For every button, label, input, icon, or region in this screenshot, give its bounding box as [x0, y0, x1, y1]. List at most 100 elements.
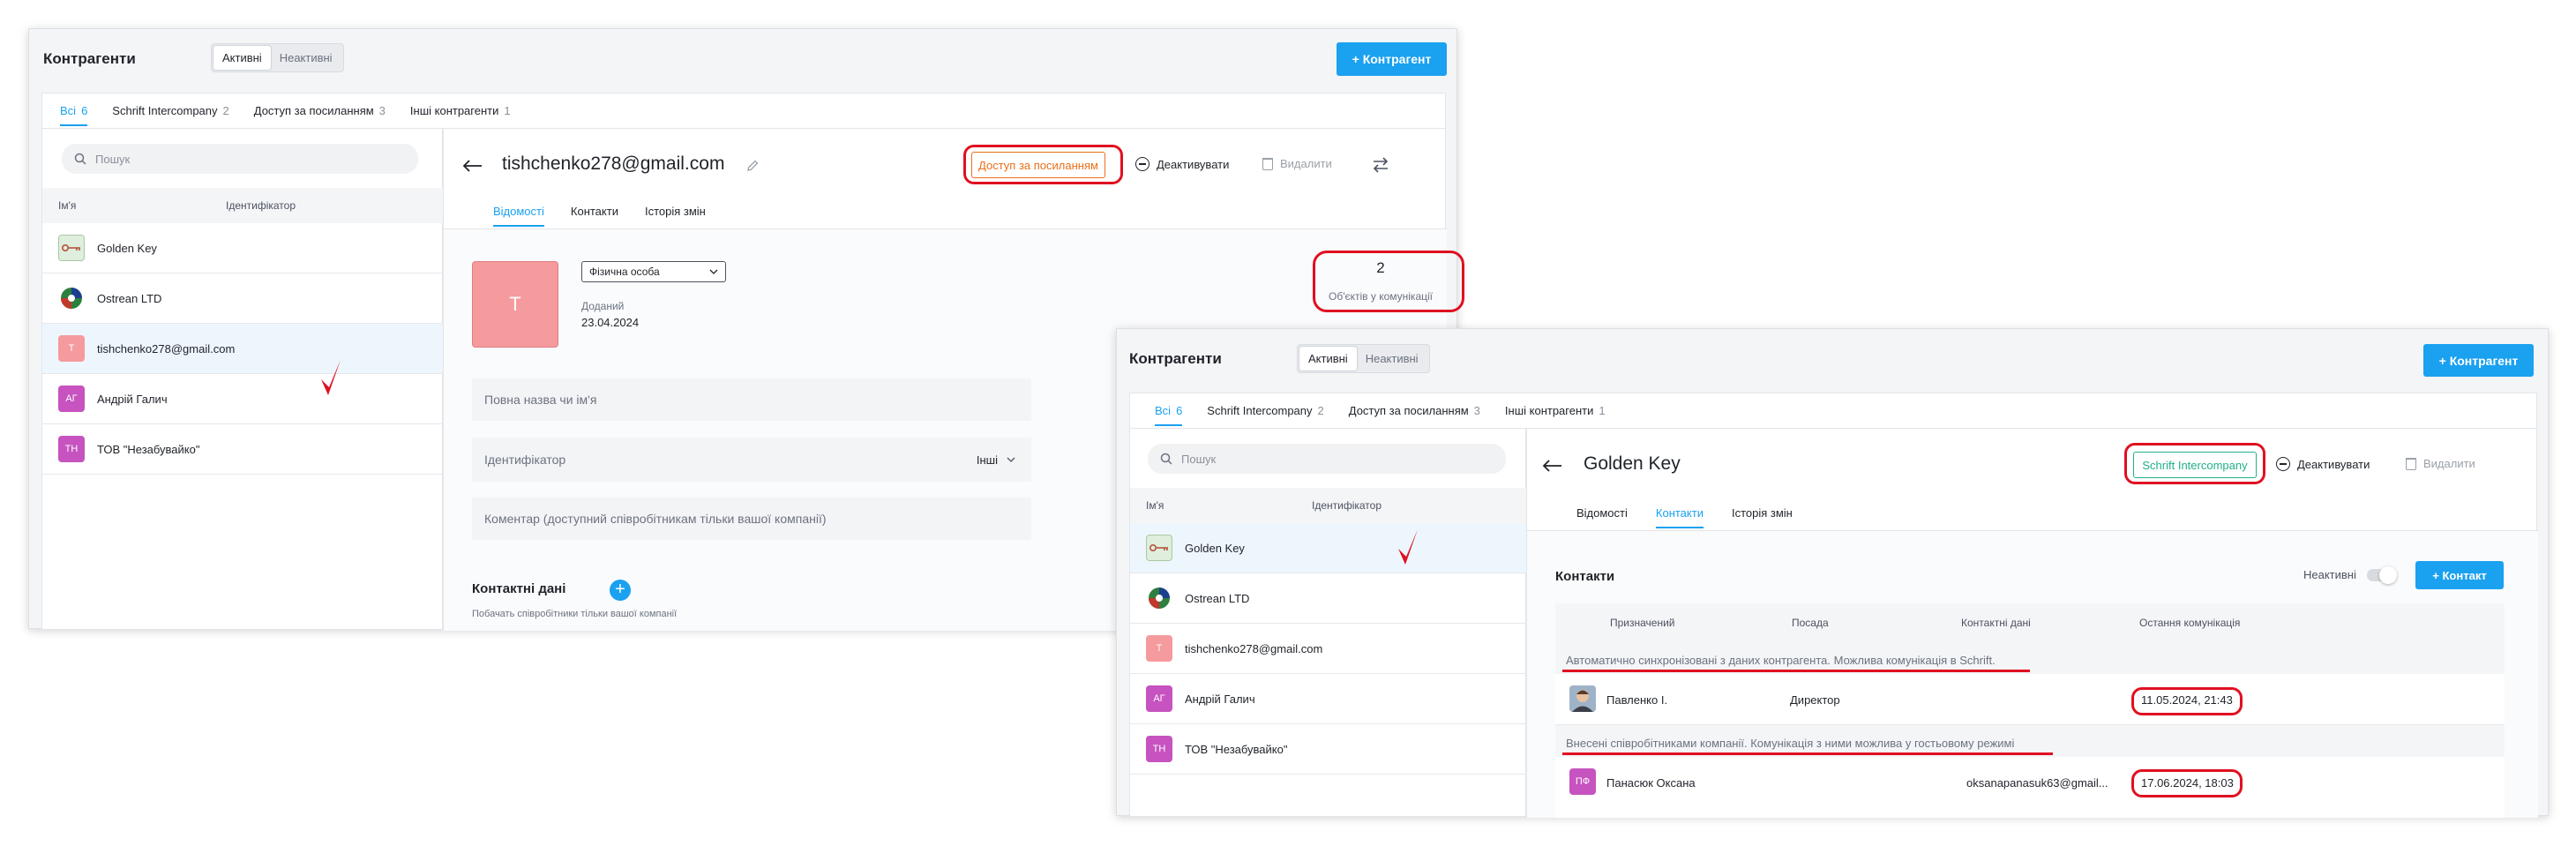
contact-position: Директор	[1790, 693, 1840, 707]
list-item[interactable]: Golden Key	[42, 223, 444, 273]
add-counterparty-label: + Контрагент	[1352, 52, 1432, 66]
tab-history[interactable]: Історія змін	[645, 205, 706, 227]
key-logo-icon	[58, 235, 85, 261]
group-manual-label: Внесені співробітниками компанії. Комуні…	[1566, 737, 2015, 750]
add-contact-data-button[interactable]: +	[610, 580, 631, 601]
avatar: ТН	[58, 436, 85, 462]
add-contact-button[interactable]: + Контакт	[2415, 561, 2504, 589]
highlight-objects	[1313, 251, 1464, 312]
counterparty-list-panel: Пошук Ім'я Ідентифікатор Golden Key Ostr…	[1129, 428, 1527, 817]
contact-data-title: Контактні дані	[472, 581, 566, 596]
tab-contacts[interactable]: Контакти	[1655, 506, 1704, 528]
deactivate-button[interactable]: Деактивувати	[2276, 457, 2370, 471]
tab-link-access[interactable]: Доступ за посиланням 3	[1349, 404, 1480, 426]
col-position[interactable]: Посада	[1792, 617, 1829, 629]
highlight-badge	[2124, 443, 2265, 484]
tab-contacts[interactable]: Контакти	[571, 205, 618, 227]
segment-active[interactable]: Активні	[1299, 347, 1357, 371]
table-row[interactable]: ПФ Панасюк Оксана oksanapanasuk63@gmail.…	[1555, 757, 2505, 808]
search-icon	[1160, 453, 1172, 465]
list-item-name: ТОВ "Незабувайко"	[1185, 742, 1288, 756]
back-arrow-icon[interactable]	[461, 159, 483, 173]
added-label: Доданий	[581, 300, 625, 312]
tab-schrift-intercompany[interactable]: Schrift Intercompany 2	[112, 104, 228, 126]
list-item[interactable]: ТН ТОВ "Незабувайко"	[1130, 724, 1527, 775]
list-item[interactable]: Ostrean LTD	[1130, 573, 1527, 624]
contact-name: Павленко І.	[1606, 693, 1668, 707]
tab-other[interactable]: Інші контрагенти 1	[410, 104, 511, 126]
tab-link-access[interactable]: Доступ за посиланням 3	[254, 104, 386, 126]
trash-icon	[2406, 457, 2416, 470]
tab-all[interactable]: Всі 6	[1155, 404, 1183, 426]
list-item[interactable]: АГ Андрій Галич	[1130, 674, 1527, 724]
list-header: Ім'я Ідентифікатор	[42, 188, 444, 223]
list-item-selected[interactable]: Golden Key	[1130, 523, 1527, 573]
list-item[interactable]: Ostrean LTD	[42, 273, 444, 324]
contacts-table-header: Призначений Посада Контактні дані Останн…	[1555, 603, 2505, 642]
table-row[interactable]: Павленко І. Директор 11.05.2024, 21:43	[1555, 674, 2505, 725]
tab-info[interactable]: Відомості	[493, 205, 544, 227]
list-item-name: ТОВ "Незабувайко"	[97, 442, 200, 456]
contacts-title: Контакти	[1555, 569, 1615, 584]
identifier-field[interactable]: Ідентифікатор Інші	[472, 438, 1031, 482]
group-synced-label: Автоматично синхронізовані з даних контр…	[1566, 654, 1996, 667]
inactive-toggle-group: Неактивні	[2303, 565, 2397, 584]
avatar: ТН	[1146, 736, 1172, 762]
col-identifier[interactable]: Ідентифікатор	[226, 199, 296, 212]
delete-button[interactable]: Видалити	[1262, 157, 1332, 170]
detail-tabs: Відомості Контакти Історія змін	[493, 205, 706, 227]
full-name-field[interactable]: Повна назва чи ім'я	[472, 378, 1031, 421]
search-placeholder: Пошук	[95, 152, 131, 166]
avatar-photo	[1569, 685, 1596, 712]
segment-inactive[interactable]: Неактивні	[1357, 347, 1427, 371]
identifier-type-select[interactable]: Інші	[977, 453, 1015, 467]
deactivate-label: Деактивувати	[1157, 157, 1230, 171]
delete-button[interactable]: Видалити	[2406, 457, 2475, 470]
list-item[interactable]: T tishchenko278@gmail.com	[1130, 624, 1527, 674]
inactive-toggle[interactable]	[2366, 565, 2397, 584]
tab-info[interactable]: Відомості	[1576, 506, 1628, 528]
list-item-name: Golden Key	[97, 241, 157, 255]
identifier-placeholder: Ідентифікатор	[484, 453, 566, 467]
search-input[interactable]: Пошук	[62, 144, 418, 174]
col-last-communication[interactable]: Остання комунікація	[2139, 617, 2240, 629]
swap-arrows-icon[interactable]	[1372, 157, 1389, 173]
deactivate-button[interactable]: Деактивувати	[1135, 157, 1229, 171]
ostrean-logo-icon	[58, 285, 85, 311]
tab-other[interactable]: Інші контрагенти 1	[1505, 404, 1606, 426]
segment-inactive[interactable]: Неактивні	[271, 46, 341, 70]
person-type-select[interactable]: Фізична особа	[581, 261, 726, 282]
col-assigned[interactable]: Призначений	[1610, 617, 1675, 629]
tab-history[interactable]: Історія змін	[1732, 506, 1793, 528]
col-name[interactable]: Ім'я	[58, 199, 226, 212]
avatar: T	[1146, 635, 1172, 662]
highlight-badge	[963, 145, 1123, 184]
segment-active[interactable]: Активні	[213, 46, 271, 70]
tabs-bar: Всі 6 Schrift Intercompany 2 Доступ за пос…	[1129, 393, 2537, 428]
detail-panel: Golden Key Schrift Intercompany Деактиву…	[1526, 428, 2538, 818]
chevron-down-icon	[1007, 457, 1015, 462]
delete-label: Видалити	[2423, 457, 2475, 470]
tab-schrift-intercompany[interactable]: Schrift Intercompany 2	[1207, 404, 1323, 426]
add-counterparty-button[interactable]: + Контрагент	[1337, 42, 1447, 76]
tab-all[interactable]: Всі 6	[60, 104, 88, 126]
comment-field[interactable]: Коментар (доступний співробітникам тільк…	[472, 498, 1031, 540]
list-item[interactable]: АГ Андрій Галич	[42, 374, 444, 424]
counterparty-list: Golden Key Ostrean LTD T tishchenko278@g…	[42, 223, 444, 475]
col-contact-data[interactable]: Контактні дані	[1961, 617, 2031, 629]
add-counterparty-button[interactable]: + Контрагент	[2423, 344, 2534, 377]
chevron-down-icon	[709, 269, 718, 274]
avatar: АГ	[1146, 685, 1172, 712]
col-name[interactable]: Ім'я	[1146, 499, 1312, 512]
back-arrow-icon[interactable]	[1541, 459, 1562, 473]
deactivate-label: Деактивувати	[2297, 457, 2370, 471]
edit-pencil-icon[interactable]	[745, 159, 760, 173]
col-identifier[interactable]: Ідентифікатор	[1312, 499, 1382, 512]
underline-manual	[1562, 752, 2053, 755]
avatar: АГ	[58, 386, 85, 412]
list-item-name: Ostrean LTD	[97, 291, 162, 305]
list-item-selected[interactable]: T tishchenko278@gmail.com	[42, 324, 444, 374]
delete-label: Видалити	[1280, 157, 1332, 170]
list-item[interactable]: ТН ТОВ "Незабувайко"	[42, 424, 444, 475]
search-input[interactable]: Пошук	[1148, 444, 1506, 474]
